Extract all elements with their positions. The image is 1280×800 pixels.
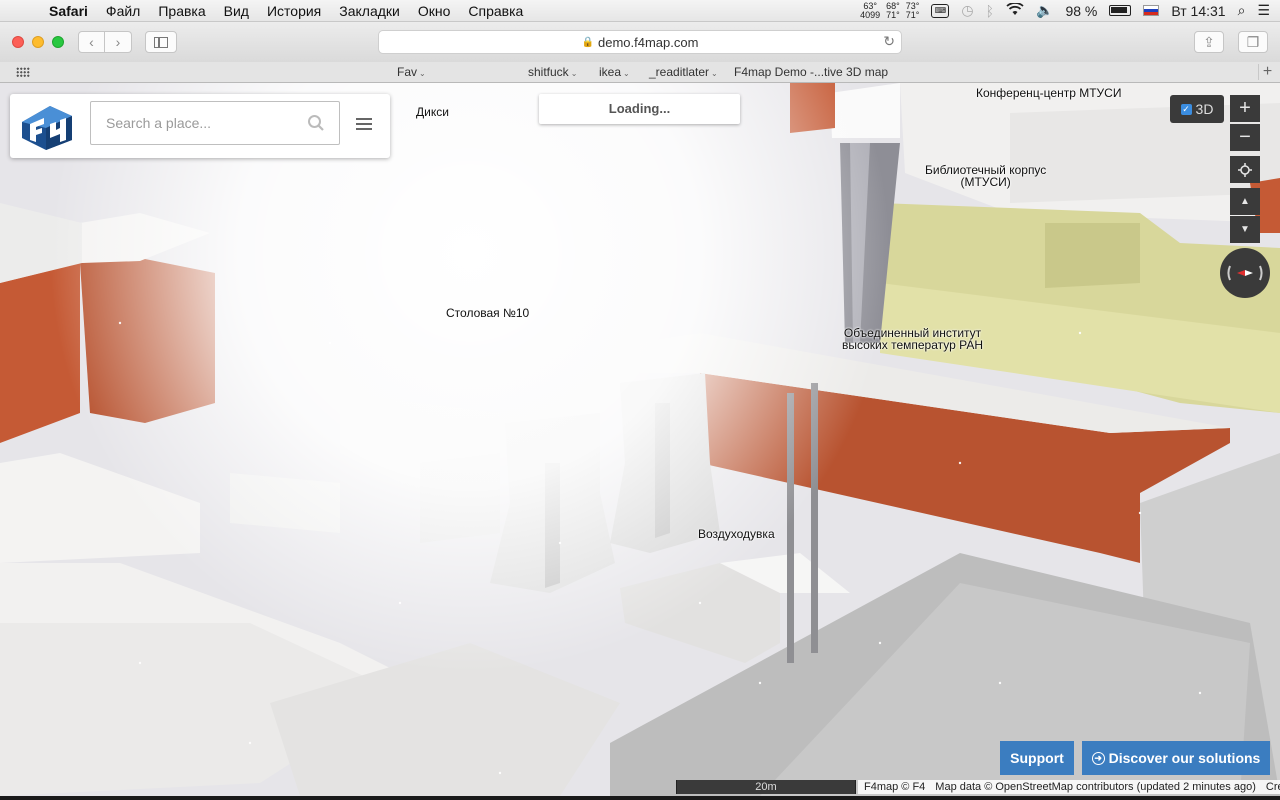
chevron-down-icon: ⌄ [623, 69, 630, 78]
menu-bookmarks[interactable]: Закладки [330, 3, 409, 19]
zoom-in-button[interactable]: + [1230, 95, 1260, 122]
bookmark-label: _readitlater [649, 65, 710, 79]
spotlight-search-icon[interactable]: ⌕ [1238, 2, 1246, 19]
new-tab-plus-icon[interactable]: + [1258, 64, 1276, 80]
bookmark-folder-readitlater[interactable]: _readitlater ⌄ [649, 65, 718, 79]
map-label-line: высоких температур РАН [842, 338, 984, 352]
attribution-bar: F4map © F4 Map data © OpenStreetMap cont… [858, 780, 1280, 794]
map-label-canteen[interactable]: Столовая №10 [446, 307, 529, 319]
temp-3b: 71° [905, 9, 920, 20]
reload-icon[interactable]: ↻ [883, 33, 895, 50]
discover-label: Discover our solutions [1108, 750, 1261, 766]
battery-percent: 98 % [1065, 2, 1098, 19]
search-panel [10, 94, 390, 158]
back-button[interactable]: ‹ [78, 31, 105, 53]
map-label-diksi[interactable]: Дикси [416, 106, 449, 118]
chevron-right-icon: › [115, 34, 121, 50]
bookmark-f4map-demo[interactable]: F4map Demo -...tive 3D map [734, 65, 888, 79]
input-source-flag-icon[interactable] [1143, 5, 1160, 16]
map-viewport[interactable]: Дикси Конференц-центр МТУСИ Библиотечный… [0, 83, 1280, 796]
attribution-osm-link[interactable]: Map data © OpenStreetMap contributors (u… [935, 780, 1256, 794]
checkmark-icon: ✓ [1180, 103, 1192, 115]
bookmark-folder-shitfuck[interactable]: shitfuck ⌄ [528, 65, 577, 79]
chevron-down-icon: ⌄ [570, 69, 578, 78]
bookmark-folder-ikea[interactable]: ikea ⌄ [599, 65, 630, 79]
lock-icon: 🔒 [581, 36, 594, 48]
chevron-down-icon: ⌄ [419, 69, 426, 78]
loading-indicator: Loading... [539, 94, 740, 124]
map-label-institute[interactable]: Объединенный институт высоких температур… [842, 327, 983, 351]
3d-map-scene [0, 83, 1280, 796]
toggle-3d-label: 3D [1195, 101, 1214, 117]
fullscreen-window-button[interactable] [52, 36, 64, 48]
url-text: demo.f4map.com [598, 34, 699, 50]
discover-solutions-button[interactable]: ➜ Discover our solutions [1082, 741, 1270, 775]
bookmarks-bar: Fav ⌄ shitfuck ⌄ ikea ⌄ _readitlater ⌄ F4map… [0, 62, 1280, 83]
share-button[interactable]: ⇪ [1194, 31, 1224, 53]
hamburger-menu-icon[interactable] [356, 118, 372, 132]
temperature-monitor[interactable]: 63° 4099 68° 71° 73° 71° [860, 1, 920, 20]
bookmark-folder-fav[interactable]: Fav ⌄ [397, 65, 426, 79]
menu-bar: Safari Файл Правка Вид История Закладки … [0, 0, 1280, 22]
chevron-down-icon: ⌄ [711, 69, 718, 78]
map-label-library[interactable]: Библиотечный корпус (МТУСИ) [925, 164, 1046, 188]
forward-button[interactable]: › [105, 31, 132, 53]
support-button[interactable]: Support [1000, 741, 1074, 775]
battery-icon[interactable] [1109, 5, 1132, 16]
bookmark-label: Fav [397, 65, 418, 79]
close-window-button[interactable] [12, 36, 24, 48]
map-label-line: (МТУСИ) [960, 175, 1011, 189]
clock[interactable]: Вт 14:31 [1171, 3, 1225, 19]
tilt-down-button[interactable]: ▼ [1230, 216, 1260, 243]
bookmark-label: ikea [599, 65, 622, 79]
zoom-out-button[interactable]: − [1230, 124, 1260, 151]
volume-icon[interactable]: 🔈 [1036, 2, 1053, 19]
compass-rotate-control[interactable] [1220, 248, 1270, 298]
wifi-icon[interactable] [1006, 1, 1024, 19]
attribution-f4map-link[interactable]: F4map © F4 [864, 780, 925, 794]
search-input[interactable] [90, 101, 340, 145]
toggle-3d-checkbox[interactable]: ✓ 3D [1170, 95, 1224, 123]
notification-center-icon[interactable]: ☰ [1257, 2, 1270, 19]
top-sites-grid-icon[interactable] [16, 67, 30, 77]
menu-history[interactable]: История [258, 3, 330, 19]
f4map-logo-icon[interactable] [20, 100, 74, 152]
tabs-overview-button[interactable]: ❐ [1238, 31, 1268, 53]
map-label-blower[interactable]: Воздуходувка [698, 528, 775, 540]
bookmark-label: shitfuck [528, 65, 569, 79]
menu-window[interactable]: Окно [409, 3, 460, 19]
credits-link[interactable]: Credits [1266, 780, 1280, 794]
keyboard-viewer-icon[interactable]: ⌨ [931, 3, 950, 18]
menu-help[interactable]: Справка [459, 3, 532, 19]
fan-rpm: 4099 [860, 9, 881, 20]
search-icon[interactable] [307, 114, 325, 132]
compass-icon [1227, 265, 1263, 281]
minimize-window-button[interactable] [32, 36, 44, 48]
address-bar[interactable]: 🔒 demo.f4map.com ↻ [378, 30, 902, 54]
share-icon: ⇪ [1203, 33, 1215, 50]
arrow-right-circle-icon: ➜ [1091, 751, 1105, 765]
window-controls [12, 36, 64, 48]
browser-toolbar: ‹ › 🔒 demo.f4map.com ↻ ⇪ ❐ [0, 22, 1280, 62]
sidebar-icon [154, 36, 168, 48]
bluetooth-icon[interactable]: ᛒ [986, 3, 994, 19]
scale-bar: 20m [676, 780, 856, 794]
menu-app-safari[interactable]: Safari [40, 3, 97, 19]
chevron-left-icon: ‹ [89, 34, 94, 50]
window-bottom-edge [0, 796, 1280, 800]
locate-me-button[interactable] [1230, 156, 1260, 183]
history-nav: ‹ › [78, 31, 132, 53]
tabs-icon: ❐ [1246, 33, 1260, 50]
time-machine-icon[interactable]: ◷ [961, 2, 973, 19]
map-label-conference-center[interactable]: Конференц-центр МТУСИ [976, 87, 1121, 99]
menu-view[interactable]: Вид [215, 3, 258, 19]
crosshair-icon [1238, 162, 1252, 177]
temp-2b: 71° [886, 9, 900, 20]
sidebar-toggle-button[interactable] [145, 31, 177, 53]
menu-edit[interactable]: Правка [149, 3, 214, 19]
menu-file[interactable]: Файл [97, 3, 149, 19]
tilt-up-button[interactable]: ▲ [1230, 188, 1260, 215]
